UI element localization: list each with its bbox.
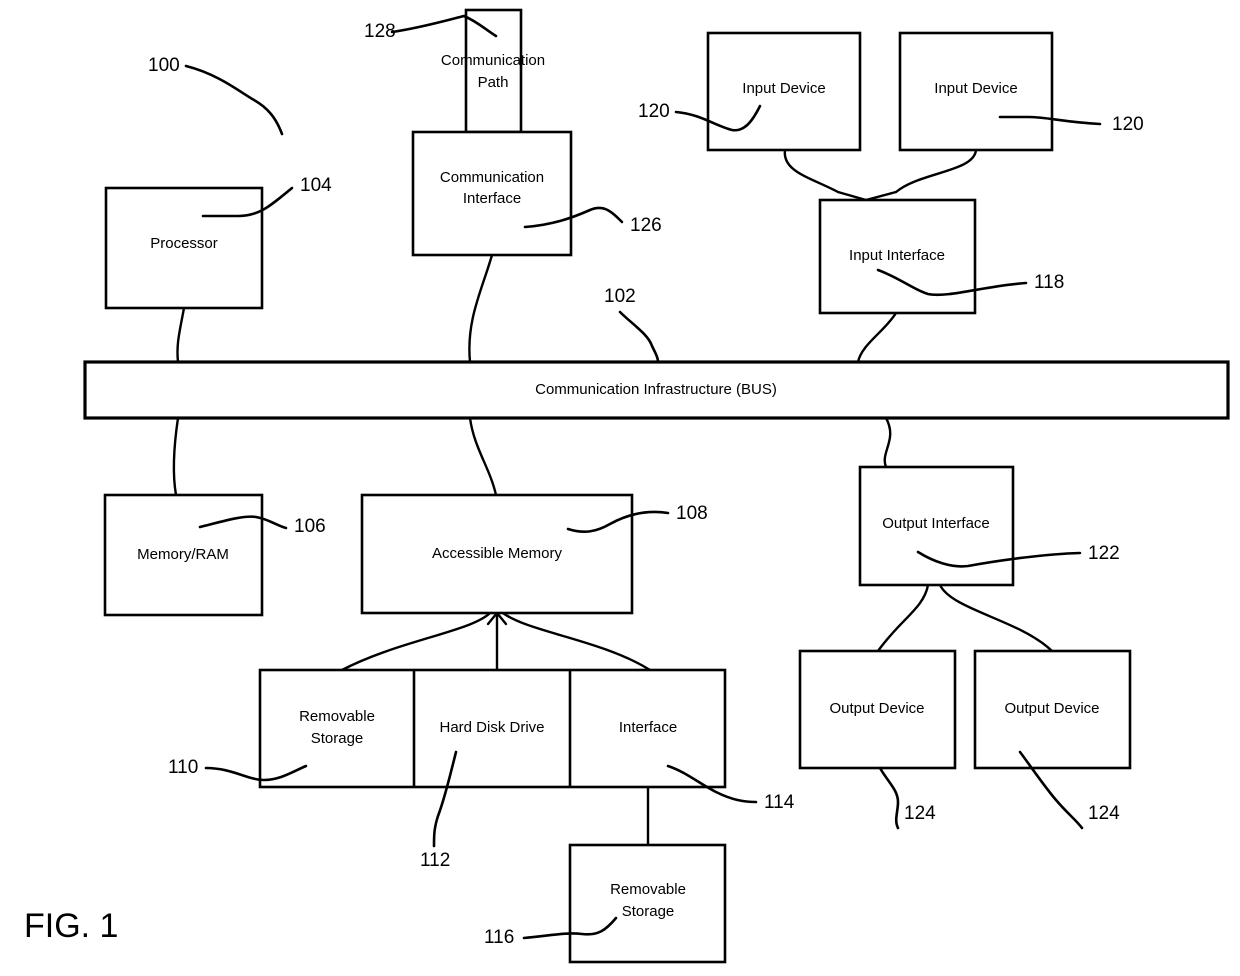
communication-path-label-line2: Path [478, 74, 509, 91]
connector-comm-interface-to-bus [468, 253, 494, 364]
ref-122: 122 [1088, 543, 1120, 564]
connector-input-device-2-to-interface [894, 148, 978, 194]
ref-114: 114 [764, 792, 795, 813]
connector-memory-to-removable-storage [340, 611, 492, 672]
communication-interface-label-line1: Communication [440, 169, 544, 186]
ref-120-left: 120 [638, 101, 670, 122]
ref-100: 100 [148, 55, 180, 76]
connector-output-interface-to-device-1 [876, 583, 930, 653]
hard-disk-drive-label: Hard Disk Drive [439, 719, 544, 736]
input-interface-label: Input Interface [849, 247, 945, 264]
connector-bus-to-output-interface [883, 416, 892, 469]
accessible-memory-label: Accessible Memory [432, 545, 563, 562]
output-device-2-label: Output Device [1004, 700, 1099, 717]
leader-124-left [878, 766, 900, 830]
memory-ram-label: Memory/RAM [137, 546, 229, 563]
storage-interface-label: Interface [619, 719, 677, 736]
leader-100 [184, 64, 284, 136]
communication-path-label-line1: Communication [441, 52, 545, 69]
input-device-1-label: Input Device [742, 80, 825, 97]
communication-interface-label-line2: Interface [463, 190, 521, 207]
ref-106: 106 [294, 516, 326, 537]
figure-canvas: Communication Path Communication Interfa… [24, 8, 1230, 964]
processor-label: Processor [150, 235, 218, 252]
leader-102 [618, 310, 660, 364]
patent-figure-1: Communication Path Communication Interfa… [0, 0, 1240, 976]
ref-116: 116 [484, 927, 514, 948]
output-device-1-label: Output Device [829, 700, 924, 717]
removable-storage-bottom-label-line2: Storage [622, 903, 675, 920]
input-device-2-label: Input Device [934, 80, 1017, 97]
connector-memory-to-interface [501, 611, 652, 672]
connector-input-device-1-to-interface [783, 148, 840, 194]
ref-118: 118 [1034, 272, 1064, 293]
output-interface-label: Output Interface [882, 515, 990, 532]
ref-124-right: 124 [1088, 803, 1120, 824]
communication-path-box[interactable] [464, 8, 523, 134]
connector-bus-to-memory-ram [172, 416, 180, 497]
ref-108: 108 [676, 503, 708, 524]
connector-input-interface-to-bus [856, 311, 898, 364]
bus-label: Communication Infrastructure (BUS) [535, 381, 777, 398]
ref-126: 126 [630, 215, 662, 236]
ref-110: 110 [168, 757, 198, 778]
ref-112: 112 [420, 850, 450, 871]
removable-storage-top-label-line2: Storage [311, 730, 364, 747]
ref-128: 128 [364, 21, 396, 42]
removable-storage-top-label-line1: Removable [299, 708, 375, 725]
ref-102: 102 [604, 286, 636, 307]
ref-120-right: 120 [1112, 114, 1144, 135]
ref-124-left: 124 [904, 803, 936, 824]
connector-processor-to-bus [176, 306, 186, 364]
removable-storage-bottom-label-line1: Removable [610, 881, 686, 898]
connector-bus-to-accessible-memory [468, 416, 498, 497]
connector-output-interface-to-device-2 [938, 583, 1054, 653]
ref-104: 104 [300, 175, 332, 196]
figure-caption: FIG. 1 [24, 907, 118, 945]
